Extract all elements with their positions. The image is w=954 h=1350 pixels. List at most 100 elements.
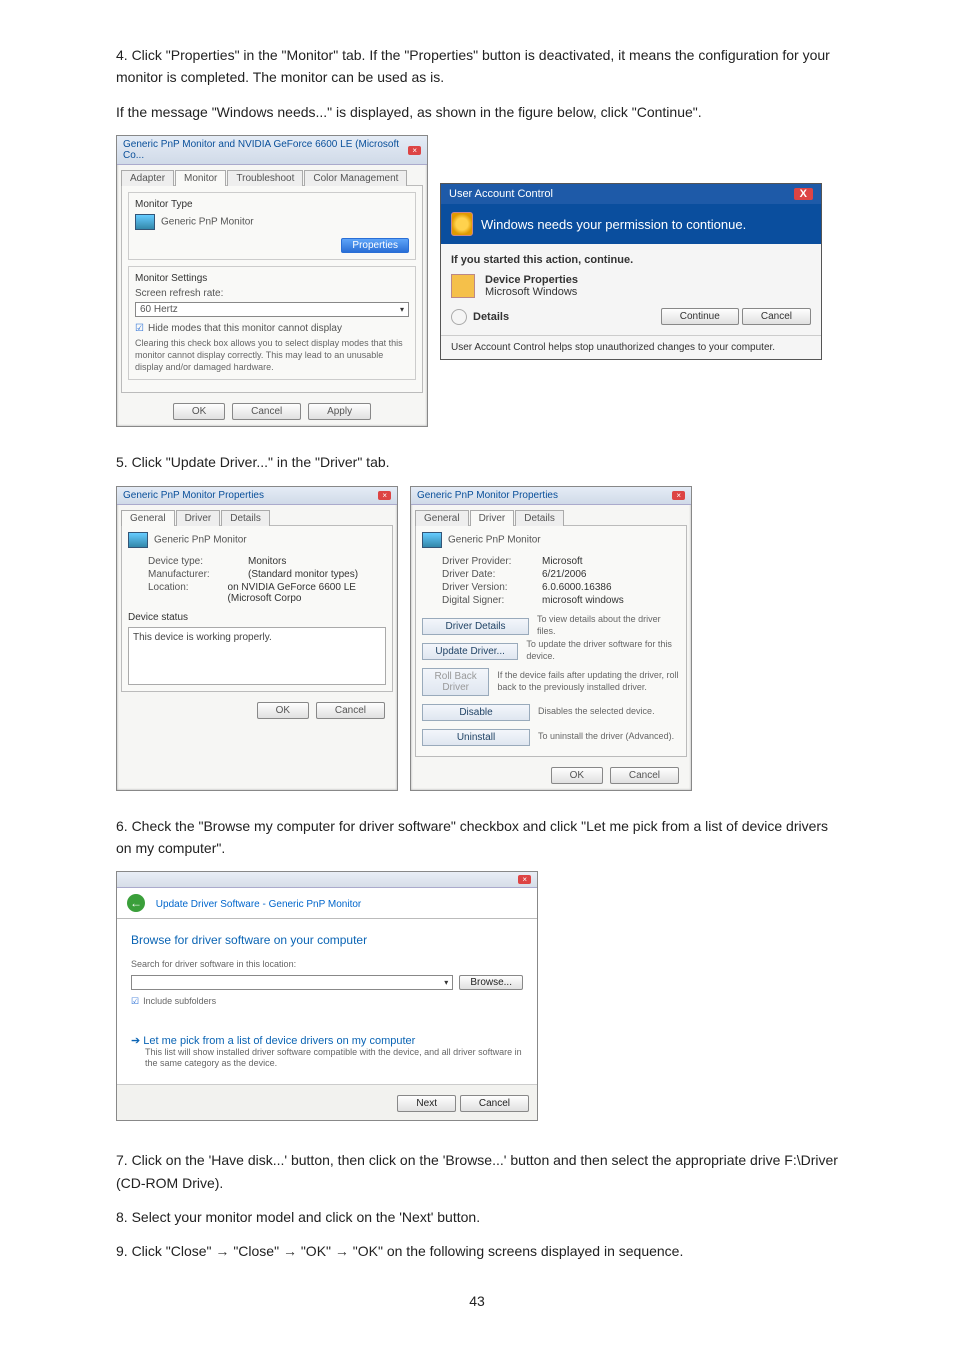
cancel-button[interactable]: Cancel [610,767,679,784]
close-icon[interactable]: X [794,188,813,200]
kv-key: Digital Signer: [442,595,532,606]
wizard-crumb: Update Driver Software - Generic PnP Mon… [156,899,361,910]
tab-details[interactable]: Details [515,510,564,526]
apply-button[interactable]: Apply [308,403,371,420]
kv-val: 6/21/2006 [542,569,587,580]
path-dropdown[interactable]: ▾ [131,975,453,990]
details-toggle[interactable]: Details [473,311,509,323]
uac-publisher: Microsoft Windows [485,286,578,298]
tab-driver[interactable]: Driver [470,510,515,526]
tab-general[interactable]: General [121,510,175,526]
chevron-down-icon: ▾ [444,978,448,987]
monitor-settings-label: Monitor Settings [135,273,409,284]
close-icon[interactable]: × [378,491,391,500]
kv-key: Manufacturer: [148,569,238,580]
driver-properties-general: Generic PnP Monitor Properties × General… [116,486,398,791]
hide-modes-checkbox[interactable]: Hide modes that this monitor cannot disp… [135,323,409,334]
btn-desc: Disables the selected device. [538,706,655,718]
uac-started: If you started this action, continue. [451,254,811,266]
cancel-button[interactable]: Cancel [460,1095,529,1112]
pick-desc: This list will show installed driver sof… [145,1047,523,1070]
hide-modes-desc: Clearing this check box allows you to se… [135,338,409,373]
step7-text: 7. Click on the 'Have disk...' button, t… [116,1149,838,1194]
step6-text: 6. Check the "Browse my computer for dri… [116,815,838,860]
tab-driver[interactable]: Driver [176,510,221,526]
device-name: Generic PnP Monitor [154,534,247,545]
uac-device: Device Properties [485,274,578,286]
continue-button[interactable]: Continue [661,308,739,325]
ok-button[interactable]: OK [551,767,603,784]
cancel-button[interactable]: Cancel [742,308,811,325]
kv-val: Microsoft [542,556,583,567]
device-status-label: Device status [128,612,386,623]
dialog-title: Generic PnP Monitor and NVIDIA GeForce 6… [123,139,408,161]
device-status-box: This device is working properly. [128,627,386,685]
uninstall-button[interactable]: Uninstall [422,729,530,746]
disable-button[interactable]: Disable [422,704,530,721]
device-icon [451,274,475,298]
dialog-title: Generic PnP Monitor Properties [123,490,264,501]
tab-adapter[interactable]: Adapter [121,170,174,186]
driver-details-button[interactable]: Driver Details [422,618,529,635]
close-icon[interactable]: × [518,875,531,884]
refresh-rate-value: 60 Hertz [140,304,178,315]
btn-desc: To uninstall the driver (Advanced). [538,731,674,743]
include-subfolders-checkbox[interactable]: Include subfolders [131,996,523,1008]
arrow-icon: → [215,1243,229,1259]
page-number: 43 [116,1293,838,1309]
kv-key: Location: [148,582,218,604]
properties-button[interactable]: Properties [341,238,409,253]
update-driver-button[interactable]: Update Driver... [422,643,518,660]
kv-val: microsoft windows [542,595,624,606]
back-icon[interactable]: ← [127,894,145,912]
cancel-button[interactable]: Cancel [232,403,301,420]
step5-text: 5. Click "Update Driver..." in the "Driv… [116,451,838,473]
arrow-icon: → [283,1243,297,1259]
dialog-title: Generic PnP Monitor Properties [417,490,558,501]
ok-button[interactable]: OK [173,403,225,420]
monitor-icon [135,214,155,230]
ok-button[interactable]: OK [257,702,309,719]
kv-val: (Standard monitor types) [248,569,358,580]
kv-val: 6.0.6000.16386 [542,582,612,593]
tab-troubleshoot[interactable]: Troubleshoot [227,170,303,186]
device-name: Generic PnP Monitor [448,534,541,545]
step9-text: 9. Click "Close" → "Close" → "OK" → "OK"… [116,1240,838,1262]
btn-desc: If the device fails after updating the d… [497,670,680,693]
kv-key: Device type: [148,556,238,567]
monitor-name: Generic PnP Monitor [161,217,254,228]
kv-key: Driver Version: [442,582,532,593]
refresh-rate-dropdown[interactable]: 60 Hertz ▾ [135,302,409,317]
close-icon[interactable]: × [408,146,421,155]
tab-general[interactable]: General [415,510,469,526]
wizard-heading: Browse for driver software on your compu… [131,933,523,947]
refresh-rate-label: Screen refresh rate: [135,288,409,299]
uac-banner: Windows needs your permission to contion… [481,217,746,232]
btn-desc: To update the driver software for this d… [526,639,680,662]
browse-button[interactable]: Browse... [459,975,523,990]
step4-text-b: If the message "Windows needs..." is dis… [116,101,838,123]
uac-title: User Account Control [449,188,553,200]
next-button[interactable]: Next [397,1095,456,1112]
rollback-button[interactable]: Roll Back Driver [422,668,489,696]
monitor-icon [422,532,442,548]
tab-details[interactable]: Details [221,510,270,526]
pick-from-list-link[interactable]: ➔ Let me pick from a list of device driv… [131,1034,523,1047]
kv-key: Driver Provider: [442,556,532,567]
kv-val: on NVIDIA GeForce 6600 LE (Microsoft Cor… [228,582,386,604]
arrow-icon: → [335,1243,349,1259]
step8-text: 8. Select your monitor model and click o… [116,1206,838,1228]
update-driver-wizard: × ← Update Driver Software - Generic PnP… [116,871,538,1121]
uac-dialog: User Account Control X Windows needs you… [440,183,822,360]
monitor-type-label: Monitor Type [135,199,409,210]
monitor-properties-dialog: Generic PnP Monitor and NVIDIA GeForce 6… [116,135,428,427]
search-label: Search for driver software in this locat… [131,959,523,971]
tab-color[interactable]: Color Management [304,170,407,186]
close-icon[interactable]: × [672,491,685,500]
monitor-icon [128,532,148,548]
tab-monitor[interactable]: Monitor [175,170,226,186]
kv-key: Driver Date: [442,569,532,580]
step4-text-a: 4. Click "Properties" in the "Monitor" t… [116,44,838,89]
cancel-button[interactable]: Cancel [316,702,385,719]
chevron-down-icon[interactable] [451,309,467,325]
